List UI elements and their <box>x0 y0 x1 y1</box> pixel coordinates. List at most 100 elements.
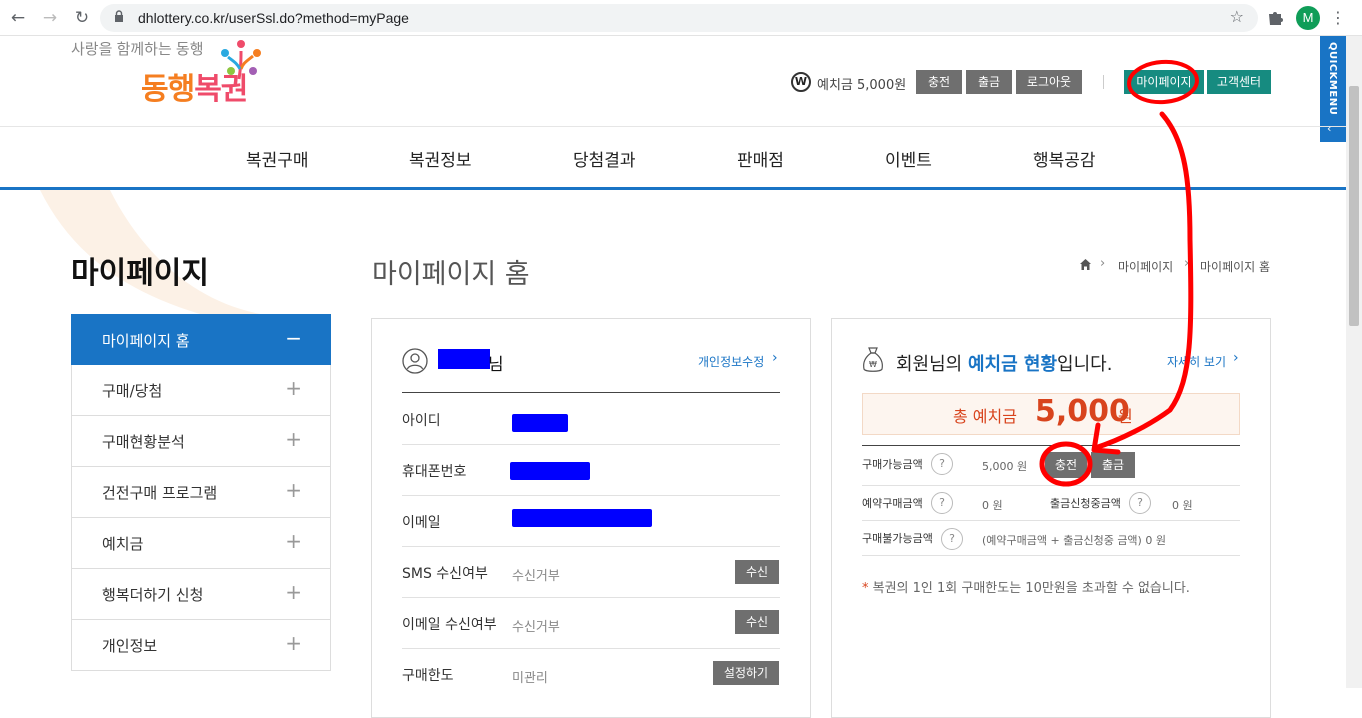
row-divider <box>402 648 780 649</box>
reserved-amount-value: 0 원 <box>982 499 1003 512</box>
available-amount-value: 5,000 원 <box>982 460 1028 473</box>
sms-subscribe-button[interactable]: 수신 <box>735 560 779 584</box>
svg-text:₩: ₩ <box>869 360 877 369</box>
user-icon <box>402 348 428 374</box>
extensions-icon[interactable] <box>1266 8 1284 26</box>
help-icon[interactable]: ? <box>931 453 953 475</box>
breadcrumb-current: 마이페이지 홈 <box>1200 260 1271 274</box>
row-divider <box>862 445 1240 446</box>
help-icon[interactable]: ? <box>1129 492 1151 514</box>
row-divider <box>402 495 780 496</box>
phone-label: 휴대폰번호 <box>402 464 467 480</box>
sidebar-item-purchase-winning[interactable]: 구매/당첨 + <box>71 365 331 416</box>
sidebar-item-happiness-plus[interactable]: 행복더하기 신청 + <box>71 569 331 620</box>
money-bag-icon: ₩ <box>863 347 883 372</box>
edit-profile-link[interactable]: 개인정보수정 <box>698 353 764 370</box>
total-deposit-label: 총 예치금 <box>953 407 1017 426</box>
help-icon[interactable]: ? <box>931 492 953 514</box>
unavailable-amount-label: 구매불가능금액 <box>862 532 933 545</box>
forward-icon[interactable]: → <box>40 8 60 28</box>
row-divider <box>402 392 780 393</box>
purchase-limit-notice: * 복권의 1인 1회 구매한도는 10만원을 초과할 수 없습니다. <box>862 577 1190 596</box>
sidebar-item-label: 마이페이지 홈 <box>102 332 190 350</box>
charge-button[interactable]: 충전 <box>1045 452 1087 478</box>
plus-icon: + <box>285 478 302 502</box>
sidebar-item-purchase-analysis[interactable]: 구매현황분석 + <box>71 416 331 467</box>
plus-icon: + <box>285 529 302 553</box>
menu-kebab-icon[interactable]: ⋮ <box>1330 8 1346 27</box>
address-bar[interactable]: dhlottery.co.kr/userSsl.do?method=myPage… <box>100 4 1258 32</box>
reload-icon[interactable]: ↻ <box>72 8 92 28</box>
email-subscribe-button[interactable]: 수신 <box>735 610 779 634</box>
plus-icon: + <box>285 631 302 655</box>
home-icon[interactable] <box>1079 258 1092 271</box>
header-withdraw-button[interactable]: 출금 <box>966 70 1012 94</box>
logout-button[interactable]: 로그아웃 <box>1016 70 1082 94</box>
row-divider <box>862 485 1240 486</box>
scrollbar-thumb[interactable] <box>1349 86 1359 326</box>
gnb-lottery-buy[interactable]: 복권구매 <box>246 146 309 171</box>
user-honorific: 님 <box>488 355 504 375</box>
breadcrumb-mypage[interactable]: 마이페이지 <box>1118 258 1173 275</box>
logo-text-1: 동행 <box>141 73 195 106</box>
sidebar-item-label: 예치금 <box>102 535 144 553</box>
customer-center-button[interactable]: 고객센터 <box>1207 70 1271 94</box>
row-divider <box>862 555 1240 556</box>
logo-mark-icon <box>221 40 261 80</box>
gnb-stores[interactable]: 판매점 <box>737 146 784 171</box>
gnb-happiness[interactable]: 행복공감 <box>1033 146 1096 171</box>
unavailable-amount-value: (예약구매금액 + 출금신청중 금액) 0 원 <box>982 534 1166 547</box>
deposit-detail-link[interactable]: 자세히 보기 <box>1167 353 1226 370</box>
redacted-username <box>438 349 490 369</box>
quickmenu-label: QUICKMENU <box>1327 42 1338 116</box>
email-subscribe-value: 수신거부 <box>512 620 560 635</box>
redacted-phone <box>510 462 590 480</box>
withdraw-button[interactable]: 출금 <box>1091 452 1135 478</box>
header-divider <box>1103 75 1104 89</box>
minus-icon: − <box>285 326 302 350</box>
header-divider-line <box>0 126 1346 127</box>
chevron-right-icon: › <box>1233 350 1239 366</box>
won-icon: W <box>791 72 811 92</box>
bookmark-star-icon[interactable]: ☆ <box>1230 7 1244 26</box>
lock-icon <box>115 10 123 22</box>
withdraw-request-label: 출금신청중금액 <box>1050 497 1121 510</box>
purchase-limit-label: 구매한도 <box>402 668 454 684</box>
redacted-id <box>512 414 568 432</box>
sidebar-item-healthy-purchase[interactable]: 건전구매 프로그램 + <box>71 467 331 518</box>
profile-avatar[interactable]: M <box>1296 6 1320 30</box>
gnb-winning-results[interactable]: 당첨결과 <box>573 146 636 171</box>
chevron-right-icon: › <box>772 350 778 366</box>
total-deposit-value: 5,000 <box>1035 394 1130 429</box>
breadcrumb-chevron-icon: › <box>1184 256 1190 271</box>
deposit-panel <box>831 318 1271 718</box>
deposit-title-pre: 회원님의 <box>896 354 968 375</box>
row-divider <box>402 546 780 547</box>
deposit-title-highlight: 예치금 현황 <box>967 354 1058 375</box>
back-icon[interactable]: ← <box>8 8 28 28</box>
deposit-title: 회원님의 예치금 현황입니다. <box>896 350 1112 376</box>
sidebar-item-mypage-home[interactable]: 마이페이지 홈 − <box>71 314 331 365</box>
help-icon[interactable]: ? <box>941 528 963 550</box>
deposit-title-post: 입니다. <box>1057 354 1113 375</box>
url-text: dhlottery.co.kr/userSsl.do?method=myPage <box>138 10 409 26</box>
row-divider <box>862 520 1240 521</box>
plus-icon: + <box>285 427 302 451</box>
plus-icon: + <box>285 580 302 604</box>
sidebar-item-deposit[interactable]: 예치금 + <box>71 518 331 569</box>
set-limit-button[interactable]: 설정하기 <box>713 661 779 685</box>
available-amount-label: 구매가능금액 <box>862 458 923 471</box>
redacted-email <box>512 509 652 527</box>
sidebar-item-label: 개인정보 <box>102 637 158 655</box>
reserved-amount-label: 예약구매금액 <box>862 497 923 510</box>
notice-text: 복권의 1인 1회 구매한도는 10만원을 초과할 수 없습니다. <box>868 581 1190 596</box>
gnb-lottery-info[interactable]: 복권정보 <box>409 146 472 171</box>
sidebar-item-personal-info[interactable]: 개인정보 + <box>71 620 331 671</box>
gnb-events[interactable]: 이벤트 <box>885 146 932 171</box>
sidebar-item-label: 구매/당첨 <box>102 382 163 400</box>
mypage-button[interactable]: 마이페이지 <box>1124 70 1204 94</box>
plus-icon: + <box>285 376 302 400</box>
chevron-left-icon: ‹ <box>1327 122 1332 135</box>
header-charge-button[interactable]: 충전 <box>916 70 962 94</box>
sidebar-item-label: 구매현황분석 <box>102 433 185 451</box>
